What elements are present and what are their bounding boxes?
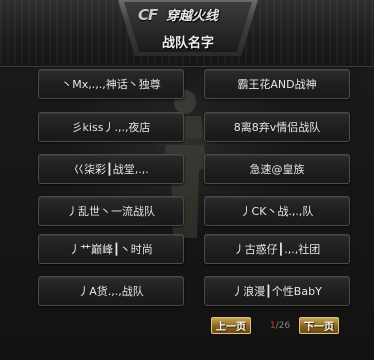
team-button[interactable]: 巜柒彩┃战堂,.,. (38, 154, 184, 184)
team-button[interactable]: 急速@皇族 (204, 154, 350, 184)
page-title: 战队名字 (161, 36, 214, 51)
team-button[interactable]: 丿古惑仔┃.,.,社团 (204, 234, 350, 264)
team-button[interactable]: 丿乱世丶一流战队 (38, 196, 184, 226)
game-logo-icon: CF (138, 6, 158, 24)
team-button[interactable]: 彡kiss丿.,.,夜店 (38, 112, 184, 142)
prev-page-button[interactable]: 上一页 (211, 317, 251, 334)
page-indicator: 1/26 (263, 318, 297, 334)
team-button[interactable]: 霸王花AND战神 (204, 69, 350, 99)
total-pages: 26 (278, 321, 291, 331)
team-button[interactable]: 丿A货.,.,战队 (38, 276, 184, 306)
team-button[interactable]: 丶Mx,.,.,神话丶独尊 (38, 69, 184, 99)
team-button[interactable]: 丿CK丶战.,.,队 (204, 196, 350, 226)
team-button[interactable]: 8离8弃v情侣战队 (204, 112, 350, 142)
next-page-button[interactable]: 下一页 (299, 317, 339, 334)
team-button[interactable]: 丿艹巅峰┃丶时尚 (38, 234, 184, 264)
team-button[interactable]: 丿浪漫┃个性BabY (204, 276, 350, 306)
game-logo-text: 穿越火线 (166, 9, 219, 24)
